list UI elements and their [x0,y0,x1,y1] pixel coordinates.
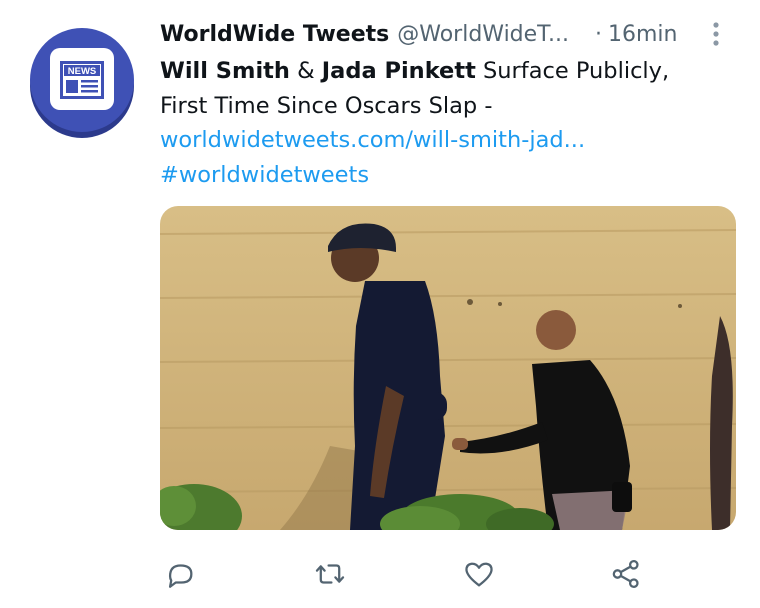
tweet-actions [0,556,760,592]
more-options-icon[interactable] [708,20,724,48]
mention-name-will-smith: Will Smith [160,58,290,84]
avatar[interactable]: NEWS [30,28,134,132]
news-icon: NEWS [60,61,104,99]
tweet-text-line-2: First Time Since Oscars Slap - [160,92,493,119]
tweet-text-line-1: Will Smith & Jada Pinkett Surface Public… [160,54,720,89]
hashtag-link[interactable]: #worldwidetweets [160,158,720,193]
avatar-label: NEWS [68,66,97,77]
share-icon [612,559,639,589]
share-button[interactable] [608,556,644,592]
tweet-photo[interactable] [160,206,736,530]
user-handle[interactable]: @WorldWideT... [397,22,569,47]
headline-rest: Surface Publicly, [475,58,670,84]
article-link[interactable]: worldwidetweets.com/will-smith-jad... [160,123,720,158]
tweet-header: WorldWide Tweets @WorldWideT... · 16min [160,18,677,50]
reply-icon [168,564,193,588]
separator-dot: · [595,21,602,47]
ampersand: & [289,58,322,84]
display-name[interactable]: WorldWide Tweets [160,22,389,47]
mention-name-jada-pinkett: Jada Pinkett [321,58,476,84]
like-icon [465,562,493,587]
reply-button[interactable] [162,556,198,592]
retweet-button[interactable] [312,556,348,592]
like-button[interactable] [461,556,497,592]
timestamp[interactable]: 16min [608,22,677,47]
retweet-icon [315,564,345,584]
tweet-text: Will Smith & Jada Pinkett Surface Public… [160,54,720,192]
